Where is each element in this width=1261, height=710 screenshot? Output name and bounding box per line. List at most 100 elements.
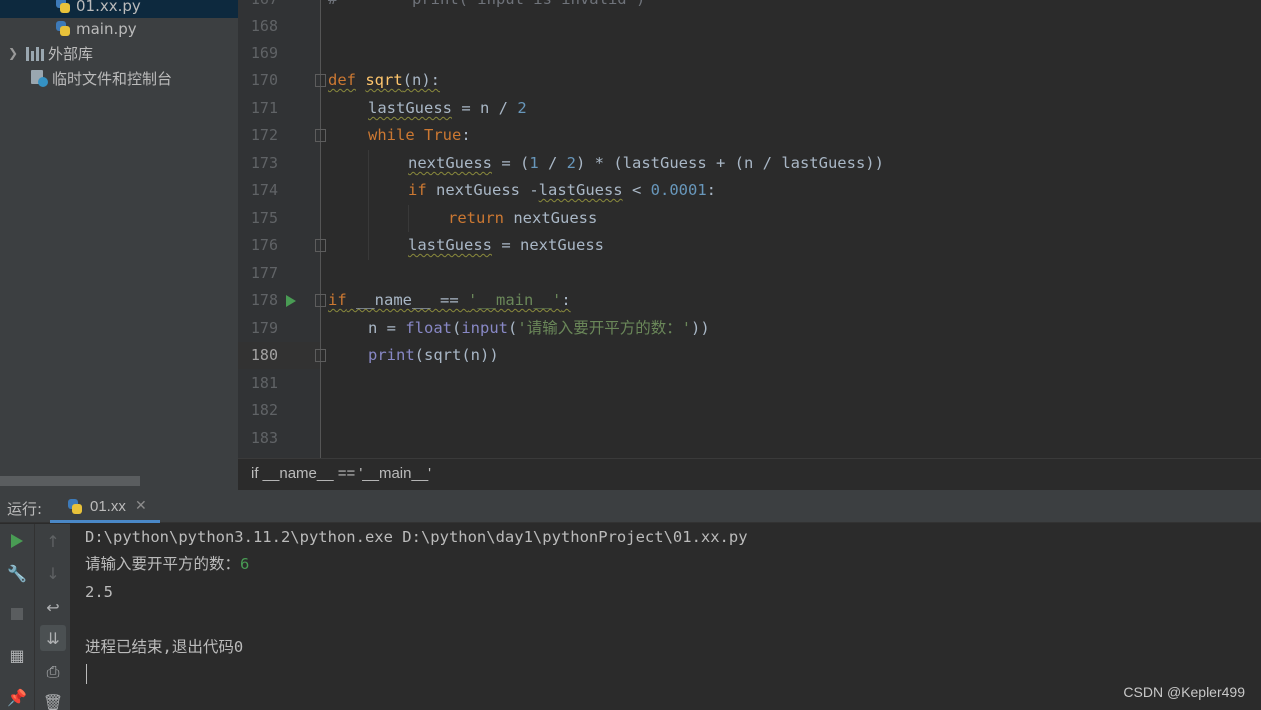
line-number: 168 <box>250 17 278 35</box>
line-number: 172 <box>250 126 278 144</box>
code-token: = ( <box>492 154 530 172</box>
stop-icon[interactable] <box>4 601 30 627</box>
code-token: < <box>622 181 651 199</box>
print-icon[interactable]: ⎙ <box>40 659 66 685</box>
run-console[interactable]: D:\python\python3.11.2\python.exe D:\pyt… <box>70 524 1261 710</box>
function-name: sqrt <box>365 71 403 89</box>
line-number-current: 180 <box>250 346 278 364</box>
code-token: (n): <box>402 71 440 89</box>
keyword: if <box>408 181 427 199</box>
keyword: while <box>368 126 415 144</box>
variable: nextGuess <box>408 154 492 172</box>
line-number: 173 <box>250 154 278 172</box>
code-token: : <box>561 291 571 309</box>
breadcrumb-item[interactable]: if __name__ == '__main__' <box>251 465 431 482</box>
code-token: / <box>538 154 567 172</box>
code-token: : <box>706 181 716 199</box>
python-file-icon <box>66 498 84 516</box>
fold-marker-icon[interactable] <box>315 294 326 307</box>
fold-marker-icon[interactable] <box>315 349 326 362</box>
watermark: CSDN @Kepler499 <box>1123 684 1245 700</box>
line-number: 177 <box>250 264 278 282</box>
line-number: 171 <box>250 99 278 117</box>
run-toolbar-right: ↑ ↓ ↩ ⇊ ⎙ 🗑 <box>34 524 70 710</box>
tree-item-external-libraries[interactable]: ❯ 外部库 <box>0 41 238 65</box>
project-tree-panel: 01.xx.py main.py ❯ 外部库 临时文件和控制台 <box>0 0 238 490</box>
library-icon <box>26 45 44 61</box>
code-token: = n / <box>452 99 518 117</box>
layout-icon[interactable]: ▦ <box>4 642 30 668</box>
close-icon[interactable]: ✕ <box>135 498 147 514</box>
console-command-line: D:\python\python3.11.2\python.exe D:\pyt… <box>85 528 748 546</box>
code-token: = nextGuess <box>492 236 604 254</box>
active-tab-indicator <box>50 520 160 523</box>
line-number: 174 <box>250 181 278 199</box>
line-number: 175 <box>250 209 278 227</box>
tree-item-01-xx-py[interactable]: 01.xx.py <box>0 0 238 18</box>
up-arrow-icon[interactable]: ↑ <box>40 528 66 554</box>
code-line-167: # print('input is invalid') <box>328 0 645 13</box>
variable: lastGuess <box>538 181 623 199</box>
variable: lastGuess <box>368 99 452 117</box>
string: '__main__' <box>468 291 562 309</box>
line-number: 167 <box>244 0 278 13</box>
indent-guide <box>408 205 409 232</box>
down-arrow-icon[interactable]: ↓ <box>40 560 66 586</box>
code-line-178: if __name__ == '__main__': <box>328 287 571 314</box>
run-toolbar-left: 🔧 ▦ 📌 <box>0 524 34 710</box>
keyword: if <box>328 291 347 309</box>
keyword: True <box>424 126 462 144</box>
rerun-icon[interactable] <box>4 528 30 554</box>
tree-item-label: 01.xx.py <box>76 0 141 15</box>
tree-item-scratches[interactable]: 临时文件和控制台 <box>0 66 238 90</box>
builtin: print <box>368 346 415 364</box>
code-token: )) <box>691 319 710 337</box>
console-exit-message: 进程已结束,退出代码0 <box>85 638 244 656</box>
line-number: 181 <box>250 374 278 392</box>
code-token: __name__ == <box>346 291 468 309</box>
scroll-to-end-icon[interactable]: ⇊ <box>40 625 66 651</box>
variable: lastGuess <box>408 236 492 254</box>
breadcrumb[interactable]: if __name__ == '__main__' <box>238 458 1261 490</box>
code-line-179: n = float(input('请输入要开平方的数：')) <box>368 315 710 342</box>
chevron-right-icon[interactable]: ❯ <box>8 46 20 60</box>
pin-icon[interactable]: 📌 <box>4 684 30 710</box>
console-user-input: 6 <box>240 555 250 573</box>
code-token: nextGuess <box>504 209 598 227</box>
trash-icon[interactable]: 🗑 <box>40 689 66 710</box>
fold-marker-icon[interactable] <box>315 239 326 252</box>
console-result: 2.5 <box>85 583 113 601</box>
console-prompt: 请输入要开平方的数： <box>85 555 241 573</box>
fold-marker-icon[interactable] <box>315 74 326 87</box>
code-token: ) * (lastGuess + (n / lastGuess)) <box>576 154 884 172</box>
line-number: 179 <box>250 319 278 337</box>
line-number: 182 <box>250 401 278 419</box>
code-token: ( <box>508 319 518 337</box>
python-file-icon <box>54 0 72 15</box>
keyword: def <box>328 71 356 89</box>
code-line-175: return nextGuess <box>448 205 597 232</box>
tree-item-main-py[interactable]: main.py <box>0 17 238 41</box>
run-gutter-icon[interactable] <box>286 295 296 307</box>
builtin: input <box>461 319 509 337</box>
soft-wrap-icon[interactable]: ↩ <box>40 594 66 620</box>
number: 1 <box>529 154 539 172</box>
run-tab-01-xx[interactable]: 01.xx ✕ <box>50 490 160 523</box>
code-line-171: lastGuess = n / 2 <box>368 95 527 122</box>
code-line-176: lastGuess = nextGuess <box>408 232 604 259</box>
tree-horizontal-scrollbar[interactable] <box>0 476 140 486</box>
line-number: 170 <box>250 71 278 89</box>
number: 2 <box>517 99 527 117</box>
line-number: 169 <box>250 44 278 62</box>
number: 2 <box>566 154 577 172</box>
code-line-170: def sqrt(n): <box>328 67 440 94</box>
code-token: nextGuess - <box>426 181 539 199</box>
fold-marker-icon[interactable] <box>315 129 326 142</box>
code-line-180: print(sqrt(n)) <box>368 342 499 369</box>
code-token: n = <box>368 319 406 337</box>
line-number: 183 <box>250 429 278 447</box>
run-panel-header: 运行: 01.xx ✕ <box>0 490 1261 523</box>
wrench-icon[interactable]: 🔧 <box>4 560 30 586</box>
number: 0.0001 <box>650 181 707 199</box>
code-token: : <box>461 126 471 144</box>
